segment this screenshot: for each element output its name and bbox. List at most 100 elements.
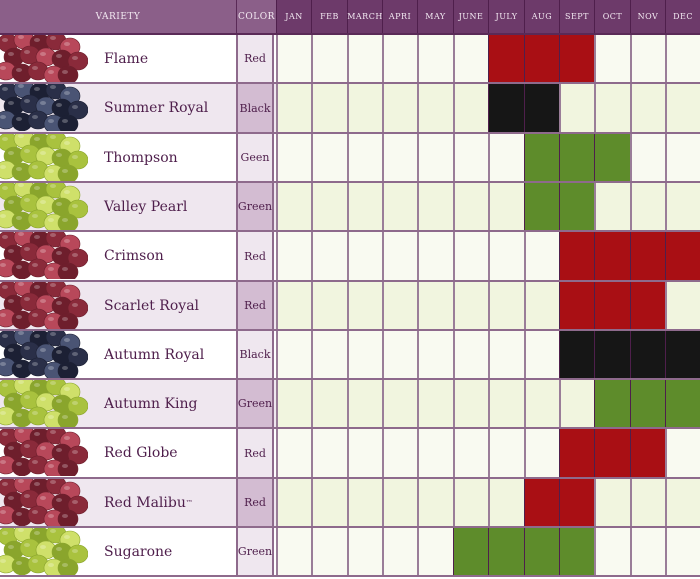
- empty-cell-june: [453, 232, 488, 280]
- availability-cell-sept: [559, 35, 594, 82]
- empty-cell-apri: [382, 479, 417, 526]
- availability-cell-nov: [630, 331, 665, 378]
- empty-cell-july: [488, 134, 524, 181]
- empty-cell-jan: [276, 528, 311, 575]
- empty-cell-feb: [311, 35, 347, 82]
- availability-cell-aug: [524, 35, 559, 82]
- empty-cell-dec: [665, 282, 700, 329]
- grape-image: [0, 326, 89, 381]
- table-row: Flame Red: [0, 30, 700, 85]
- empty-cell-july: [488, 429, 524, 477]
- availability-cell-dec: [665, 331, 700, 378]
- empty-cell-june: [453, 183, 488, 230]
- availability-cell-aug: [524, 479, 559, 526]
- header-month-jan: JAN: [276, 0, 311, 33]
- table-row: Thompson Geen: [0, 129, 700, 184]
- empty-cell-oct: [594, 528, 630, 575]
- empty-cell-july: [488, 183, 524, 230]
- availability-cell-nov: [630, 380, 665, 427]
- header-month-oct: OCT: [594, 0, 630, 33]
- empty-cell-may: [417, 84, 453, 132]
- empty-cell-may: [417, 429, 453, 477]
- empty-cell-july: [488, 232, 524, 280]
- empty-cell-jan: [276, 134, 311, 181]
- empty-cell-march: [347, 528, 382, 575]
- empty-cell-nov: [630, 479, 665, 526]
- grape-image: [0, 375, 89, 430]
- empty-cell-jan: [276, 429, 311, 477]
- empty-cell-feb: [311, 380, 347, 427]
- empty-cell-jan: [276, 331, 311, 378]
- availability-cell-sept: [559, 331, 594, 378]
- variety-name: Crimson: [104, 248, 164, 264]
- availability-cell-july: [488, 35, 524, 82]
- header-variety: VARIETY: [0, 0, 236, 33]
- color-label: Green: [236, 183, 274, 230]
- table-row: Autumn Royal Black: [0, 326, 700, 381]
- empty-cell-may: [417, 528, 453, 575]
- empty-cell-march: [347, 232, 382, 280]
- empty-cell-aug: [524, 380, 559, 427]
- availability-cell-nov: [630, 282, 665, 329]
- grape-image: [0, 227, 89, 282]
- table-row: Valley Pearl Green: [0, 178, 700, 233]
- availability-cell-aug: [524, 134, 559, 181]
- availability-cell-sept: [559, 282, 594, 329]
- availability-cell-july: [488, 528, 524, 575]
- empty-cell-may: [417, 331, 453, 378]
- table-row: Summer Royal Black: [0, 79, 700, 134]
- availability-cell-oct: [594, 429, 630, 477]
- empty-cell-aug: [524, 331, 559, 378]
- empty-cell-june: [453, 282, 488, 329]
- empty-cell-march: [347, 84, 382, 132]
- availability-cell-sept: [559, 183, 594, 230]
- empty-cell-march: [347, 282, 382, 329]
- color-label: Green: [236, 380, 274, 427]
- variety-name: Flame: [104, 50, 149, 67]
- empty-cell-oct: [594, 35, 630, 82]
- header-month-june: JUNE: [453, 0, 488, 33]
- empty-cell-apri: [382, 331, 417, 378]
- empty-cell-march: [347, 35, 382, 82]
- empty-cell-apri: [382, 134, 417, 181]
- empty-cell-oct: [594, 183, 630, 230]
- header-month-dec: DEC: [665, 0, 700, 33]
- grape-image: [0, 178, 89, 233]
- empty-cell-march: [347, 331, 382, 378]
- empty-cell-june: [453, 380, 488, 427]
- empty-cell-feb: [311, 331, 347, 378]
- header-month-march: MARCH: [347, 0, 382, 33]
- empty-cell-feb: [311, 84, 347, 132]
- color-label: Green: [236, 528, 274, 575]
- empty-cell-sept: [559, 84, 594, 132]
- header-month-apri: APRI: [382, 0, 417, 33]
- empty-cell-june: [453, 479, 488, 526]
- availability-cell-oct: [594, 134, 630, 181]
- availability-cell-june: [453, 528, 488, 575]
- empty-cell-may: [417, 479, 453, 526]
- variety-name: Scarlet Royal: [104, 297, 200, 314]
- empty-cell-dec: [665, 479, 700, 526]
- availability-cell-sept: [559, 232, 594, 280]
- empty-cell-jan: [276, 232, 311, 280]
- empty-cell-nov: [630, 528, 665, 575]
- empty-cell-june: [453, 134, 488, 181]
- empty-cell-apri: [382, 429, 417, 477]
- availability-cell-oct: [594, 282, 630, 329]
- empty-cell-oct: [594, 84, 630, 132]
- empty-cell-march: [347, 134, 382, 181]
- empty-cell-oct: [594, 479, 630, 526]
- availability-cell-nov: [630, 429, 665, 477]
- empty-cell-dec: [665, 35, 700, 82]
- empty-cell-dec: [665, 528, 700, 575]
- variety-name: Summer Royal: [104, 100, 209, 116]
- table-row: Scarlet Royal Red: [0, 277, 700, 332]
- color-label: Geen: [236, 134, 274, 181]
- empty-cell-feb: [311, 232, 347, 280]
- availability-cell-sept: [559, 134, 594, 181]
- empty-cell-apri: [382, 84, 417, 132]
- color-label: Red: [236, 282, 274, 329]
- variety-name: Sugarone: [104, 543, 173, 560]
- empty-cell-feb: [311, 528, 347, 575]
- availability-cell-sept: [559, 479, 594, 526]
